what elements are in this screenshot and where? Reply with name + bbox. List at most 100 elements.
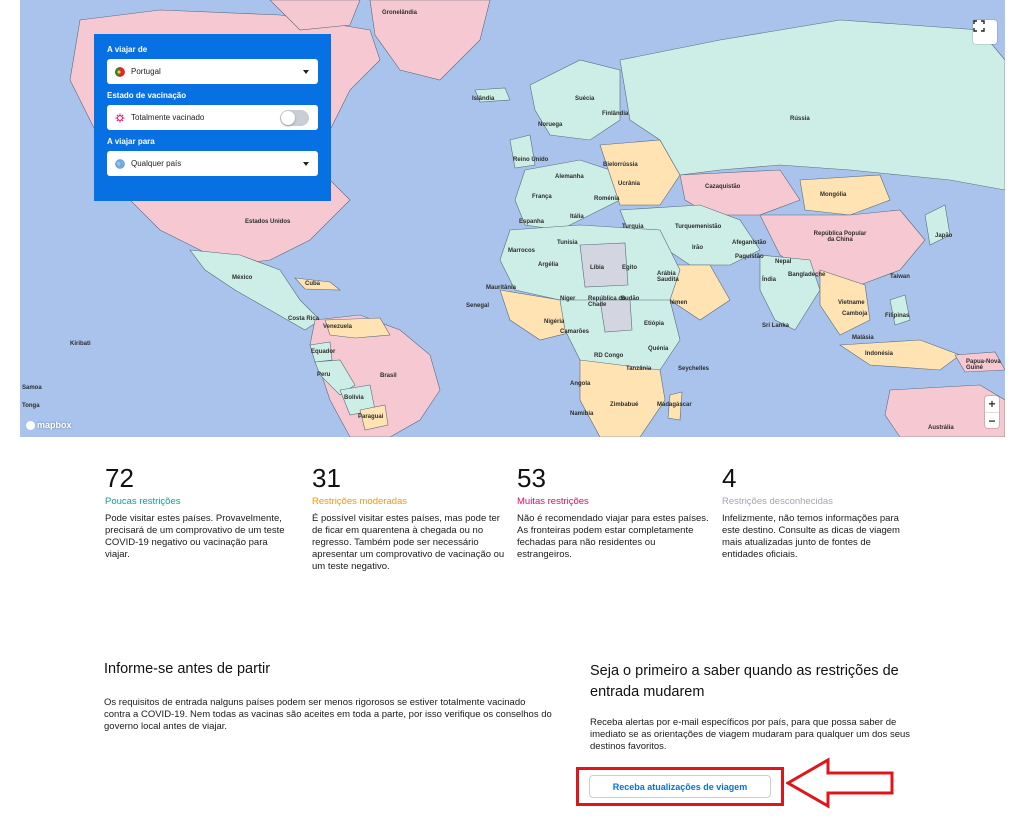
map-label-niger: Níger xyxy=(560,296,576,302)
vaccination-toggle-row: Totalmente vacinado xyxy=(107,105,318,130)
map-label-malaysia: Malásia xyxy=(852,335,874,341)
map-label-peru: Peru xyxy=(317,372,331,378)
map-label-usa: Estados Unidos xyxy=(245,219,291,225)
alerts-title: Seja o primeiro a saber quando as restri… xyxy=(590,663,899,700)
map-label-taiwan: Taiwan xyxy=(890,274,910,280)
map-label-norway: Noruega xyxy=(538,122,563,128)
map-label-nepal: Nepal xyxy=(775,259,792,265)
map-label-france: França xyxy=(532,194,552,200)
map-label-kazakhstan: Cazaquistão xyxy=(705,184,741,190)
map-label-germany: Alemanha xyxy=(555,174,584,180)
travel-filter-panel: A viajar de Portugal Estado de vacinação… xyxy=(94,34,331,201)
map-label-yemen: Iémen xyxy=(670,300,688,306)
stat-count: 72 xyxy=(105,463,134,493)
map-label-iceland: Islândia xyxy=(472,96,495,102)
info-text: Os requisitos de entrada nalguns países … xyxy=(104,697,552,732)
stat-description: Infelizmente, não temos informações para… xyxy=(722,513,900,560)
map-label-egypt: Egito xyxy=(622,265,637,271)
chevron-down-icon xyxy=(303,69,309,74)
map-label-kiribati: Kiribati xyxy=(70,341,91,347)
to-value: Qualquer país xyxy=(131,159,182,168)
map-label-russia: Rússia xyxy=(790,116,810,122)
map-label-bolivia: Bolívia xyxy=(344,395,364,401)
map-label-seychelles: Seychelles xyxy=(678,366,710,372)
map-label-tunisia: Tunísia xyxy=(557,240,578,246)
map-label-paraguay: Paraguai xyxy=(358,414,384,420)
map-label-spain: Espanha xyxy=(519,219,545,225)
map-label-china: República Popular da China xyxy=(813,231,867,243)
map-label-kenya: Quénia xyxy=(648,346,669,352)
map-label-png: Papua-Nova Guiné xyxy=(966,359,1001,371)
map-label-rd-congo: RD Congo xyxy=(594,353,624,359)
map-label-madagascar: Madagáscar xyxy=(657,402,692,408)
to-select[interactable]: Qualquer país xyxy=(107,151,318,176)
map-label-belarus: Bielorrússia xyxy=(603,162,638,168)
stat-description: Não é recomendado viajar para estes país… xyxy=(517,513,709,560)
map-label-bangladesh: Bangladeche xyxy=(788,272,826,278)
map-label-cambodia: Camboja xyxy=(842,311,868,317)
stat-moderate-restrictions: 31 Restrições moderadas É possível visit… xyxy=(312,463,512,573)
vaccination-value: Totalmente vacinado xyxy=(131,113,205,122)
map-label-ecuador: Equador xyxy=(311,349,336,355)
map-label-tanzania: Tanzânia xyxy=(626,366,652,372)
map-label-namibia: Namíbia xyxy=(570,411,594,417)
map-label-venezuela: Venezuela xyxy=(323,324,353,330)
vaccination-label: Estado de vacinação xyxy=(107,91,187,100)
map-label-iran: Irão xyxy=(692,245,704,251)
travel-updates-button[interactable]: Receba atualizações de viagem xyxy=(589,775,771,798)
map-label-australia: Austrália xyxy=(928,425,954,431)
stat-count: 31 xyxy=(312,463,341,493)
map-label-turkey: Turquia xyxy=(622,224,644,230)
map-label-philippines: Filipinas xyxy=(885,313,910,319)
info-title: Informe-se antes de partir xyxy=(104,661,271,677)
map-label-ukraine: Ucrânia xyxy=(618,181,641,187)
zoom-out-button[interactable]: − xyxy=(985,412,999,428)
mapbox-logo-text: mapbox xyxy=(37,420,72,430)
stat-few-restrictions: 72 Poucas restrições Pode visitar estes … xyxy=(105,463,305,561)
globe-icon xyxy=(115,158,125,169)
fullscreen-icon xyxy=(973,20,985,32)
stat-unknown-restrictions: 4 Restrições desconhecidas Infelizmente,… xyxy=(722,463,922,561)
map-label-mauritania: Mauritânia xyxy=(486,285,517,291)
region-africa-south xyxy=(579,359,666,437)
zoom-in-button[interactable]: + xyxy=(985,396,999,412)
stat-category: Poucas restrições xyxy=(105,496,181,507)
fullscreen-button[interactable] xyxy=(973,20,997,44)
map-label-uk: Reino Unido xyxy=(513,157,549,163)
map-label-zimbabwe: Zimbabué xyxy=(610,402,639,408)
map-label-ethiopia: Etiópia xyxy=(644,321,665,327)
from-select[interactable]: Portugal xyxy=(107,59,318,84)
map-label-brazil: Brasil xyxy=(380,373,397,379)
stat-category: Restrições moderadas xyxy=(312,496,408,507)
stat-category: Muitas restrições xyxy=(517,496,589,507)
mapbox-logo[interactable]: mapbox xyxy=(26,420,72,430)
map-label-samoa: Samoa xyxy=(22,385,42,391)
virus-icon xyxy=(115,113,125,122)
map-label-costa-rica: Costa Rica xyxy=(288,316,320,322)
vaccination-toggle[interactable] xyxy=(280,109,309,126)
chevron-down-icon xyxy=(303,161,309,166)
region-russia xyxy=(619,19,1005,191)
map-label-saudi: Arábia Saudita xyxy=(657,271,679,283)
region-uk xyxy=(509,134,536,169)
map-label-vietnam: Vietname xyxy=(838,300,865,306)
from-value: Portugal xyxy=(131,67,161,76)
stat-count: 53 xyxy=(517,463,546,493)
map-label-tonga: Tonga xyxy=(22,403,40,409)
to-label: A viajar para xyxy=(107,137,155,146)
map-label-romania: Roménia xyxy=(594,196,620,202)
map-label-angola: Angola xyxy=(570,381,591,387)
map-label-pakistan: Paquistão xyxy=(735,254,764,260)
map-label-india: Índia xyxy=(762,277,777,283)
map-label-japan: Japão xyxy=(935,233,953,239)
stat-many-restrictions: 53 Muitas restrições Não é recomendado v… xyxy=(517,463,717,561)
stat-category: Restrições desconhecidas xyxy=(722,496,833,507)
stat-count: 4 xyxy=(722,463,737,493)
map-label-algeria: Argélia xyxy=(538,262,559,268)
map-label-cuba: Cuba xyxy=(305,281,320,287)
map-label-cameroon: Camarões xyxy=(560,329,590,335)
map-label-italy: Itália xyxy=(570,214,584,220)
map-label-sri-lanka: Sri Lanka xyxy=(762,323,790,329)
stat-description: É possível visitar estes países, mas pod… xyxy=(312,513,505,572)
region-philippines xyxy=(889,294,911,326)
